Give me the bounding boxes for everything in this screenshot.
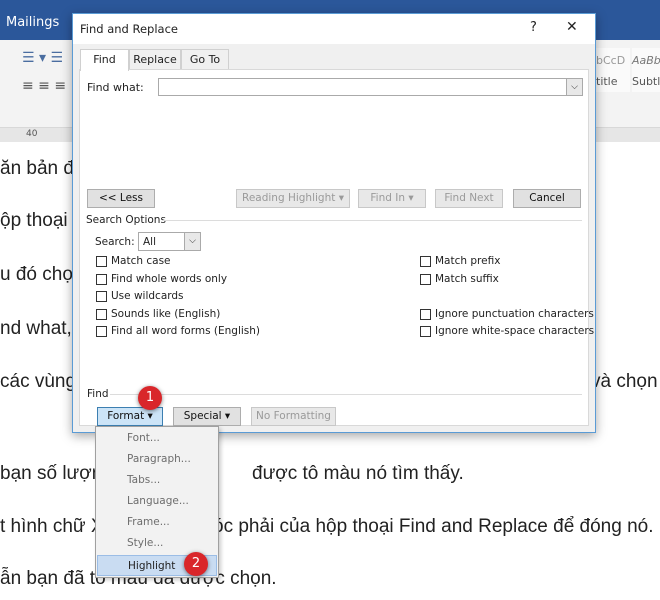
doc-line: bạn số lượn bbox=[0, 463, 103, 484]
menu-item-font[interactable]: Font... bbox=[97, 428, 217, 449]
find-what-input[interactable]: ⌵ bbox=[158, 78, 583, 96]
match-prefix-checkbox[interactable] bbox=[420, 256, 431, 267]
find-in-button[interactable]: Find In ▾ bbox=[358, 189, 426, 208]
ignore-punctuation-checkbox[interactable] bbox=[420, 309, 431, 320]
style-name: title bbox=[596, 75, 618, 88]
word-forms-label: Find all word forms (English) bbox=[111, 325, 260, 337]
match-suffix-label: Match suffix bbox=[435, 273, 499, 285]
ignore-whitespace-label: Ignore white-space characters bbox=[435, 325, 595, 337]
bullets-icon[interactable]: ☰ ▾ ☰ bbox=[22, 50, 63, 66]
match-case-checkbox[interactable] bbox=[96, 256, 107, 267]
menu-item-frame[interactable]: Frame... bbox=[97, 512, 217, 533]
chevron-down-icon[interactable]: ⌵ bbox=[184, 233, 200, 250]
divider bbox=[110, 394, 582, 395]
match-case-label: Match case bbox=[111, 255, 171, 267]
style-name: Subtle bbox=[632, 75, 660, 88]
step-badge-2: 2 bbox=[184, 552, 208, 576]
menu-item-style[interactable]: Style... bbox=[97, 533, 217, 554]
ignore-whitespace-checkbox[interactable] bbox=[420, 326, 431, 337]
doc-line: được tô màu nó tìm thấy. bbox=[252, 463, 464, 484]
find-section-label: Find bbox=[87, 388, 109, 400]
less-button[interactable]: << Less bbox=[87, 189, 155, 208]
find-next-button[interactable]: Find Next bbox=[435, 189, 503, 208]
search-options-label: Search Options bbox=[86, 214, 166, 226]
doc-line: và chọn bbox=[591, 371, 658, 392]
style-preview: AaBb bbox=[632, 54, 660, 67]
divider bbox=[162, 220, 582, 221]
whole-words-checkbox[interactable] bbox=[96, 274, 107, 285]
sounds-like-checkbox[interactable] bbox=[96, 309, 107, 320]
tab-goto[interactable]: Go To bbox=[181, 49, 229, 70]
special-button[interactable]: Special ▾ bbox=[173, 407, 241, 426]
tab-replace[interactable]: Replace bbox=[129, 49, 181, 70]
find-replace-dialog: Find and Replace ? ✕ Find Replace Go To … bbox=[72, 13, 596, 433]
no-formatting-button[interactable]: No Formatting bbox=[251, 407, 336, 426]
ruler-mark: 40 bbox=[26, 129, 38, 139]
help-button[interactable]: ? bbox=[530, 20, 537, 35]
tab-mailings[interactable]: Mailings bbox=[6, 15, 59, 30]
chevron-down-icon[interactable]: ⌵ bbox=[566, 79, 582, 95]
wildcards-label: Use wildcards bbox=[111, 290, 184, 302]
doc-line: nd what, bbox=[0, 318, 72, 339]
search-direction-select[interactable]: All ⌵ bbox=[138, 232, 201, 251]
dialog-titlebar[interactable]: Find and Replace ? ✕ bbox=[73, 14, 595, 44]
match-prefix-label: Match prefix bbox=[435, 255, 501, 267]
doc-line: các vùng bbox=[0, 371, 77, 392]
whole-words-label: Find whole words only bbox=[111, 273, 228, 285]
find-panel: Find what: ⌵ << Less Reading Highlight ▾… bbox=[79, 69, 594, 426]
doc-line: t hình chữ X bbox=[0, 516, 104, 537]
doc-line: óc phải của hộp thoại Find and Replace đ… bbox=[213, 516, 654, 537]
style-preview: bCcD bbox=[596, 54, 626, 67]
tab-find[interactable]: Find bbox=[80, 49, 129, 71]
align-icon[interactable]: ≡ ≡ ≡ bbox=[22, 78, 66, 94]
step-badge-1: 1 bbox=[138, 386, 162, 410]
menu-item-tabs[interactable]: Tabs... bbox=[97, 470, 217, 491]
format-button[interactable]: Format ▾ bbox=[97, 407, 163, 426]
doc-line: ộp thoại bbox=[0, 210, 68, 231]
search-direction-value: All bbox=[143, 236, 157, 248]
find-what-label: Find what: bbox=[87, 81, 144, 94]
ignore-punctuation-label: Ignore punctuation characters bbox=[435, 308, 594, 320]
wildcards-checkbox[interactable] bbox=[96, 291, 107, 302]
close-button[interactable]: ✕ bbox=[566, 19, 578, 35]
sounds-like-label: Sounds like (English) bbox=[111, 308, 221, 320]
word-forms-checkbox[interactable] bbox=[96, 326, 107, 337]
menu-item-paragraph[interactable]: Paragraph... bbox=[97, 449, 217, 470]
cancel-button[interactable]: Cancel bbox=[513, 189, 581, 208]
match-suffix-checkbox[interactable] bbox=[420, 274, 431, 285]
doc-line: u đó chọ bbox=[0, 264, 73, 285]
reading-highlight-button[interactable]: Reading Highlight ▾ bbox=[236, 189, 350, 208]
style-subtle[interactable]: AaBb Subtle bbox=[632, 48, 660, 92]
menu-item-language[interactable]: Language... bbox=[97, 491, 217, 512]
style-title[interactable]: bCcD title bbox=[596, 48, 630, 92]
search-label: Search: bbox=[95, 236, 135, 248]
dialog-title: Find and Replace bbox=[80, 22, 178, 36]
doc-line: ăn bản đ bbox=[0, 158, 74, 179]
